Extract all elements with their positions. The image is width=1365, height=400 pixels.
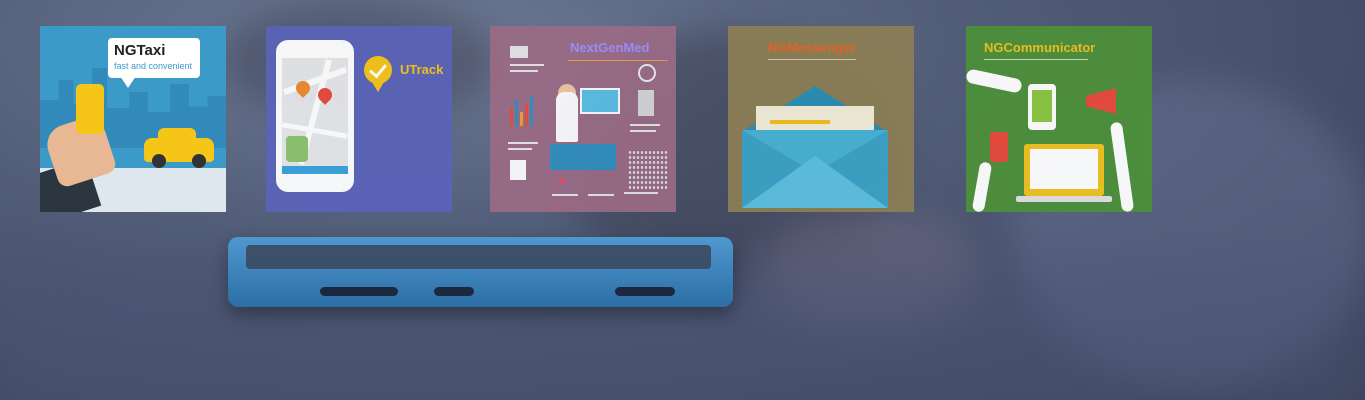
heart-icon: ♥ [558, 174, 566, 188]
checkmark-pin-icon [364, 56, 392, 84]
app-tile-utrack[interactable]: UTrack [266, 26, 452, 212]
clipboard-icon [510, 160, 526, 180]
wheel-icon [152, 154, 166, 168]
app-title: UTrack [400, 62, 444, 77]
phone-speaker-right [615, 287, 675, 296]
smartphone-image [228, 237, 733, 307]
app-toolbar [282, 166, 348, 174]
app-title: NGTaxi [114, 42, 166, 59]
phone-button [434, 287, 474, 296]
phone-screen [246, 245, 711, 269]
app-title: NGMessenger [768, 40, 856, 55]
dot-chart [628, 150, 668, 190]
phone-icon [990, 132, 1008, 162]
smartphone-icon [76, 84, 104, 134]
arm-icon [966, 68, 1023, 94]
monitor-icon [580, 88, 620, 114]
desk-icon [550, 144, 616, 170]
megaphone-icon [1086, 88, 1116, 114]
magnifier-icon [638, 64, 656, 82]
hero-banner: NGTaxi fast and convenient UTrack NextGe… [0, 0, 1365, 400]
wheel-icon [192, 154, 206, 168]
map-icon [282, 58, 348, 166]
app-title: NGCommunicator [984, 40, 1096, 55]
phone-speaker [320, 287, 398, 296]
app-tile-nextgenmed[interactable]: NextGenMed ♥ [490, 26, 676, 212]
app-title: NextGenMed [570, 40, 650, 55]
document-icon [510, 46, 528, 58]
app-tile-ngcommunicator[interactable]: NGCommunicator [966, 26, 1152, 212]
app-tile-ngmessenger[interactable]: NGMessenger [728, 26, 914, 212]
app-tile-ngtaxi[interactable]: NGTaxi fast and convenient [40, 26, 226, 212]
app-tagline: fast and convenient [114, 61, 193, 71]
xray-icon [638, 90, 654, 116]
